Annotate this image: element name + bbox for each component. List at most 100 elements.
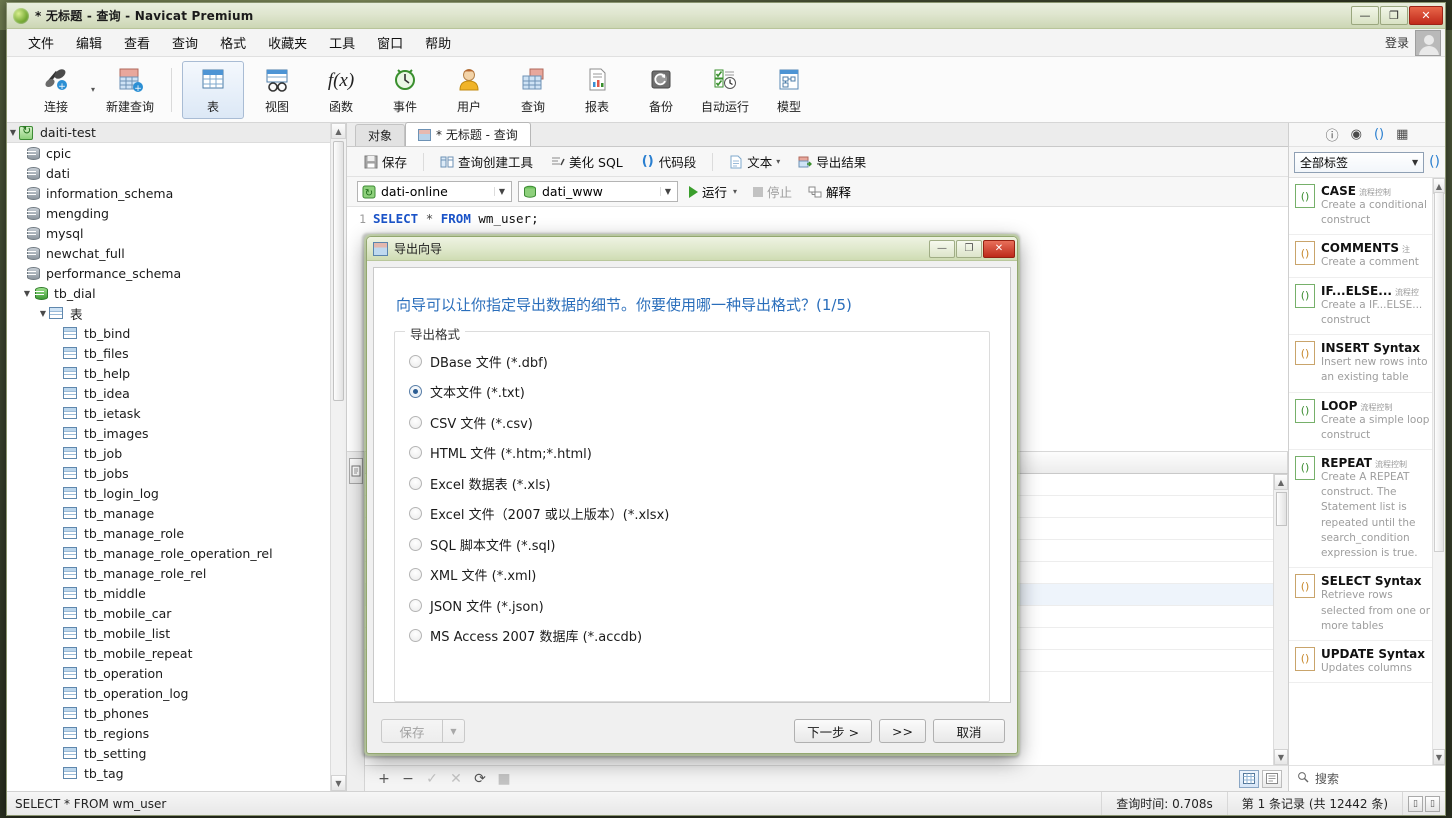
tab-query[interactable]: * 无标题 - 查询 (405, 122, 531, 146)
scrollbar-thumb[interactable] (1434, 192, 1444, 552)
toolbar-view[interactable]: 视图 (246, 61, 308, 119)
cancel-button[interactable]: 取消 (933, 719, 1005, 743)
tree-table-item[interactable]: tb_ietask (7, 403, 346, 423)
grid-view-button[interactable] (1239, 769, 1259, 788)
radio-button[interactable] (409, 507, 422, 521)
split-view-horizontal-icon[interactable]: ▯ (1425, 795, 1440, 812)
next-button[interactable]: 下一步 > (794, 719, 873, 743)
export-format-option[interactable]: DBase 文件 (*.dbf) (409, 346, 975, 377)
chevron-down-icon[interactable]: ▾ (733, 187, 737, 196)
chevron-down-icon[interactable]: ▼ (660, 187, 675, 196)
menu-view[interactable]: 查看 (113, 29, 161, 56)
radio-button[interactable] (409, 629, 422, 643)
tree-db-mengding[interactable]: mengding (7, 203, 346, 223)
close-button[interactable]: ✕ (1409, 6, 1443, 25)
tree-table-item[interactable]: tb_phones (7, 703, 346, 723)
database-select[interactable]: dati_www ▼ (518, 181, 678, 202)
tree-table-item[interactable]: tb_jobs (7, 463, 346, 483)
tree-scrollbar[interactable]: ▲ ▼ (330, 123, 346, 791)
toolbar-user[interactable]: 用户 (438, 61, 500, 119)
snippet-item[interactable]: () IF...ELSE... 流程控 Create a IF...ELSE... c… (1289, 278, 1445, 336)
radio-button[interactable] (409, 598, 422, 612)
export-format-option[interactable]: Excel 文件（2007 或以上版本）(*.xlsx) (409, 499, 975, 530)
chevron-down-icon[interactable]: ▼ (1407, 158, 1423, 167)
radio-button[interactable] (409, 385, 422, 399)
snippet-item[interactable]: () CASE 流程控制 Create a conditional construct (1289, 178, 1445, 236)
refresh-button[interactable]: ⟳ (471, 770, 489, 788)
menu-file[interactable]: 文件 (17, 29, 65, 56)
tree-db-mysql[interactable]: mysql (7, 223, 346, 243)
toolbar-event[interactable]: 事件 (374, 61, 436, 119)
toolbar-new-query[interactable]: + 新建查询 (99, 61, 161, 119)
toolbar-query[interactable]: 查询 (502, 61, 564, 119)
apply-change-button[interactable]: ✓ (423, 770, 441, 788)
snippet-item[interactable]: () COMMENTS 注 Create a comment (1289, 235, 1445, 278)
snippet-item[interactable]: () REPEAT 流程控制 Create A REPEAT construct. T… (1289, 450, 1445, 569)
toolbar-automation[interactable]: 自动运行 (694, 61, 756, 119)
info-icon[interactable]: ⓘ (1326, 125, 1339, 144)
tree-table-item[interactable]: tb_manage_role_operation_rel (7, 543, 346, 563)
snippet-item[interactable]: () UPDATE Syntax Updates columns (1289, 641, 1445, 684)
grid-icon[interactable]: ▦ (1396, 127, 1408, 142)
snippet-scrollbar[interactable]: ▲ ▼ (1432, 178, 1445, 765)
cancel-change-button[interactable]: ✕ (447, 770, 465, 788)
info-side-tab[interactable] (349, 458, 363, 484)
radio-button[interactable] (409, 537, 422, 551)
tree-table-item[interactable]: tb_mobile_list (7, 623, 346, 643)
maximize-button[interactable]: ❐ (1380, 6, 1408, 25)
beautify-sql-button[interactable]: 美化 SQL (544, 148, 630, 175)
tree-table-item[interactable]: tb_tag (7, 763, 346, 783)
snippet-item[interactable]: () LOOP 流程控制 Create a simple loop construct (1289, 393, 1445, 450)
tree-table-item[interactable]: tb_operation (7, 663, 346, 683)
toolbar-report[interactable]: 报表 (566, 61, 628, 119)
radio-button[interactable] (409, 568, 422, 582)
tree-table-item[interactable]: tb_bind (7, 323, 346, 343)
tree-db-tb-dial[interactable]: ▼ tb_dial (7, 283, 346, 303)
tree-folder-tables[interactable]: ▼ 表 (7, 303, 346, 323)
tree-table-item[interactable]: tb_job (7, 443, 346, 463)
dialog-minimize-button[interactable]: — (929, 239, 955, 258)
login-link[interactable]: 登录 (1385, 34, 1409, 51)
tree-table-item[interactable]: tb_manage (7, 503, 346, 523)
export-format-option[interactable]: SQL 脚本文件 (*.sql) (409, 529, 975, 560)
menu-window[interactable]: 窗口 (366, 29, 414, 56)
tree-db-cpic[interactable]: cpic (7, 143, 346, 163)
toolbar-connection[interactable]: + 连接 (25, 61, 87, 119)
scrollbar-thumb[interactable] (333, 141, 344, 401)
collapse-triangle-icon[interactable]: ▼ (37, 309, 49, 318)
menu-help[interactable]: 帮助 (414, 29, 462, 56)
tree-table-item[interactable]: tb_files (7, 343, 346, 363)
tree-table-item[interactable]: tb_mobile_repeat (7, 643, 346, 663)
tree-db-information-schema[interactable]: information_schema (7, 183, 346, 203)
toolbar-table[interactable]: 表 (182, 60, 245, 119)
save-settings-split-button[interactable]: 保存 ▼ (381, 719, 465, 743)
tab-objects[interactable]: 对象 (355, 124, 406, 146)
export-format-option[interactable]: CSV 文件 (*.csv) (409, 407, 975, 438)
tag-filter-select[interactable]: 全部标签 ▼ (1294, 151, 1425, 173)
scroll-down-arrow-icon[interactable]: ▼ (331, 775, 346, 791)
tree-db-newchat-full[interactable]: newchat_full (7, 243, 346, 263)
braces-icon[interactable]: () (1374, 127, 1384, 142)
split-view-vertical-icon[interactable]: ▯ (1408, 795, 1423, 812)
stop-button[interactable]: 停止 (748, 180, 797, 203)
code-snippet-button[interactable]: () 代码段 (634, 148, 704, 175)
tree-db-dati[interactable]: dati (7, 163, 346, 183)
chevron-down-icon[interactable]: ▾ (776, 157, 780, 166)
tree-db-performance-schema[interactable]: performance_schema (7, 263, 346, 283)
connection-select[interactable]: ↻ dati-online ▼ (357, 181, 512, 202)
radio-button[interactable] (409, 446, 422, 460)
add-snippet-icon[interactable]: () (1429, 154, 1440, 170)
query-builder-button[interactable]: 查询创建工具 (433, 148, 540, 175)
chevron-down-icon[interactable]: ▼ (443, 719, 465, 743)
minimize-button[interactable]: — (1351, 6, 1379, 25)
tree-table-item[interactable]: tb_middle (7, 583, 346, 603)
radio-button[interactable] (409, 354, 422, 368)
export-result-button[interactable]: 导出结果 (791, 148, 873, 175)
tree-table-item[interactable]: tb_mobile_car (7, 603, 346, 623)
snippet-search-bar[interactable]: 搜索 (1289, 765, 1445, 791)
dialog-maximize-button[interactable]: ❐ (956, 239, 982, 258)
connection-dropdown-caret[interactable]: ▾ (91, 85, 95, 94)
chevron-down-icon[interactable]: ▼ (494, 187, 509, 196)
scroll-down-arrow-icon[interactable]: ▼ (1274, 749, 1288, 765)
tree-table-item[interactable]: tb_help (7, 363, 346, 383)
